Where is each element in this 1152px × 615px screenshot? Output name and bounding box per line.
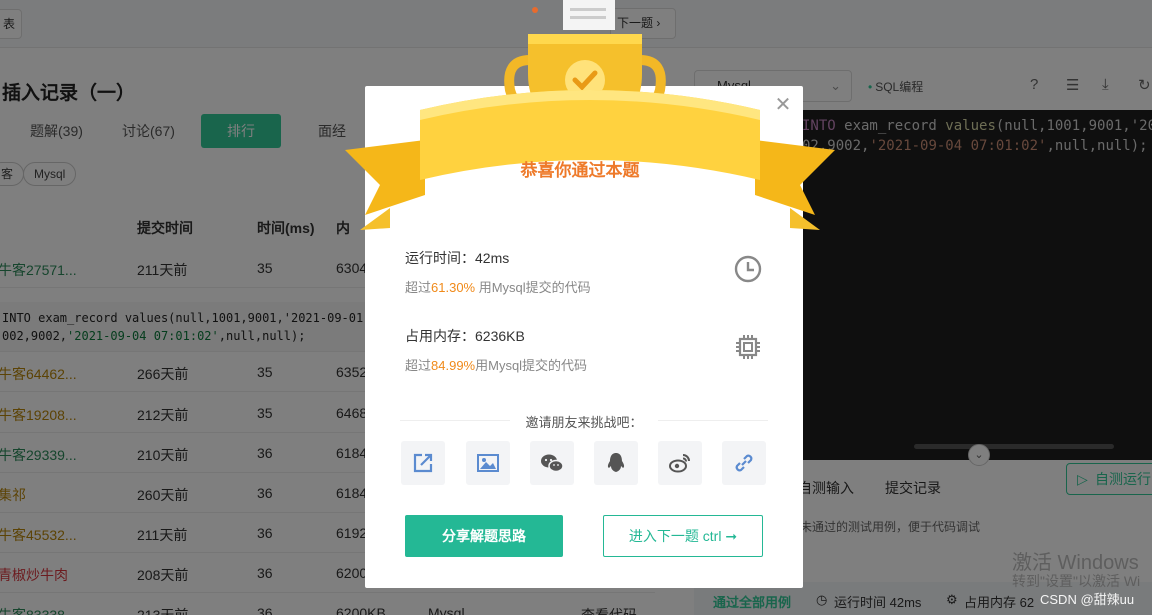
memory-percent: 84.99% (431, 358, 476, 373)
memory-pre: 超过 (405, 358, 432, 373)
memory-compare: 超过84.99%用Mysql提交的代码 (405, 355, 587, 374)
link-icon (735, 454, 753, 472)
share-qq-button[interactable] (594, 441, 638, 485)
next-question-button[interactable]: 进入下一题 ctrl ➞ (603, 515, 763, 557)
image-icon (477, 454, 499, 472)
copy-link-button[interactable] (722, 441, 766, 485)
runtime-percent: 61.30% (431, 280, 476, 295)
share-out-icon (413, 453, 433, 473)
wechat-icon (541, 454, 564, 473)
csdn-watermark: CSDN @甜辣uu (1040, 592, 1135, 607)
share-wechat-button[interactable] (530, 441, 574, 485)
banner-title: 恭喜你通过本题 (520, 161, 640, 180)
memory-post: 用Mysql提交的代码 (475, 358, 588, 373)
runtime-label: 运行时间：42ms (405, 250, 510, 266)
chip-icon (736, 335, 760, 359)
qq-icon (607, 453, 625, 472)
close-icon[interactable]: ✕ (773, 95, 793, 115)
memory-label: 占用内存：6236KB (405, 328, 525, 344)
invite-section: 邀请朋友来挑战吧： (400, 411, 768, 431)
runtime-compare: 超过61.30% 用Mysql提交的代码 (405, 277, 591, 296)
runtime-pre: 超过 (405, 280, 432, 295)
weibo-icon (669, 454, 690, 473)
runtime-post: 用Mysql提交的代码 (475, 280, 591, 295)
invite-text: 邀请朋友来挑战吧： (525, 415, 643, 430)
clock-icon (734, 255, 762, 283)
trophy-banner-icon (345, 0, 835, 230)
share-image-button[interactable] (466, 441, 510, 485)
share-solution-button[interactable]: 分享解题思路 (405, 515, 563, 557)
share-weibo-button[interactable] (658, 441, 702, 485)
share-out-button[interactable] (401, 441, 445, 485)
